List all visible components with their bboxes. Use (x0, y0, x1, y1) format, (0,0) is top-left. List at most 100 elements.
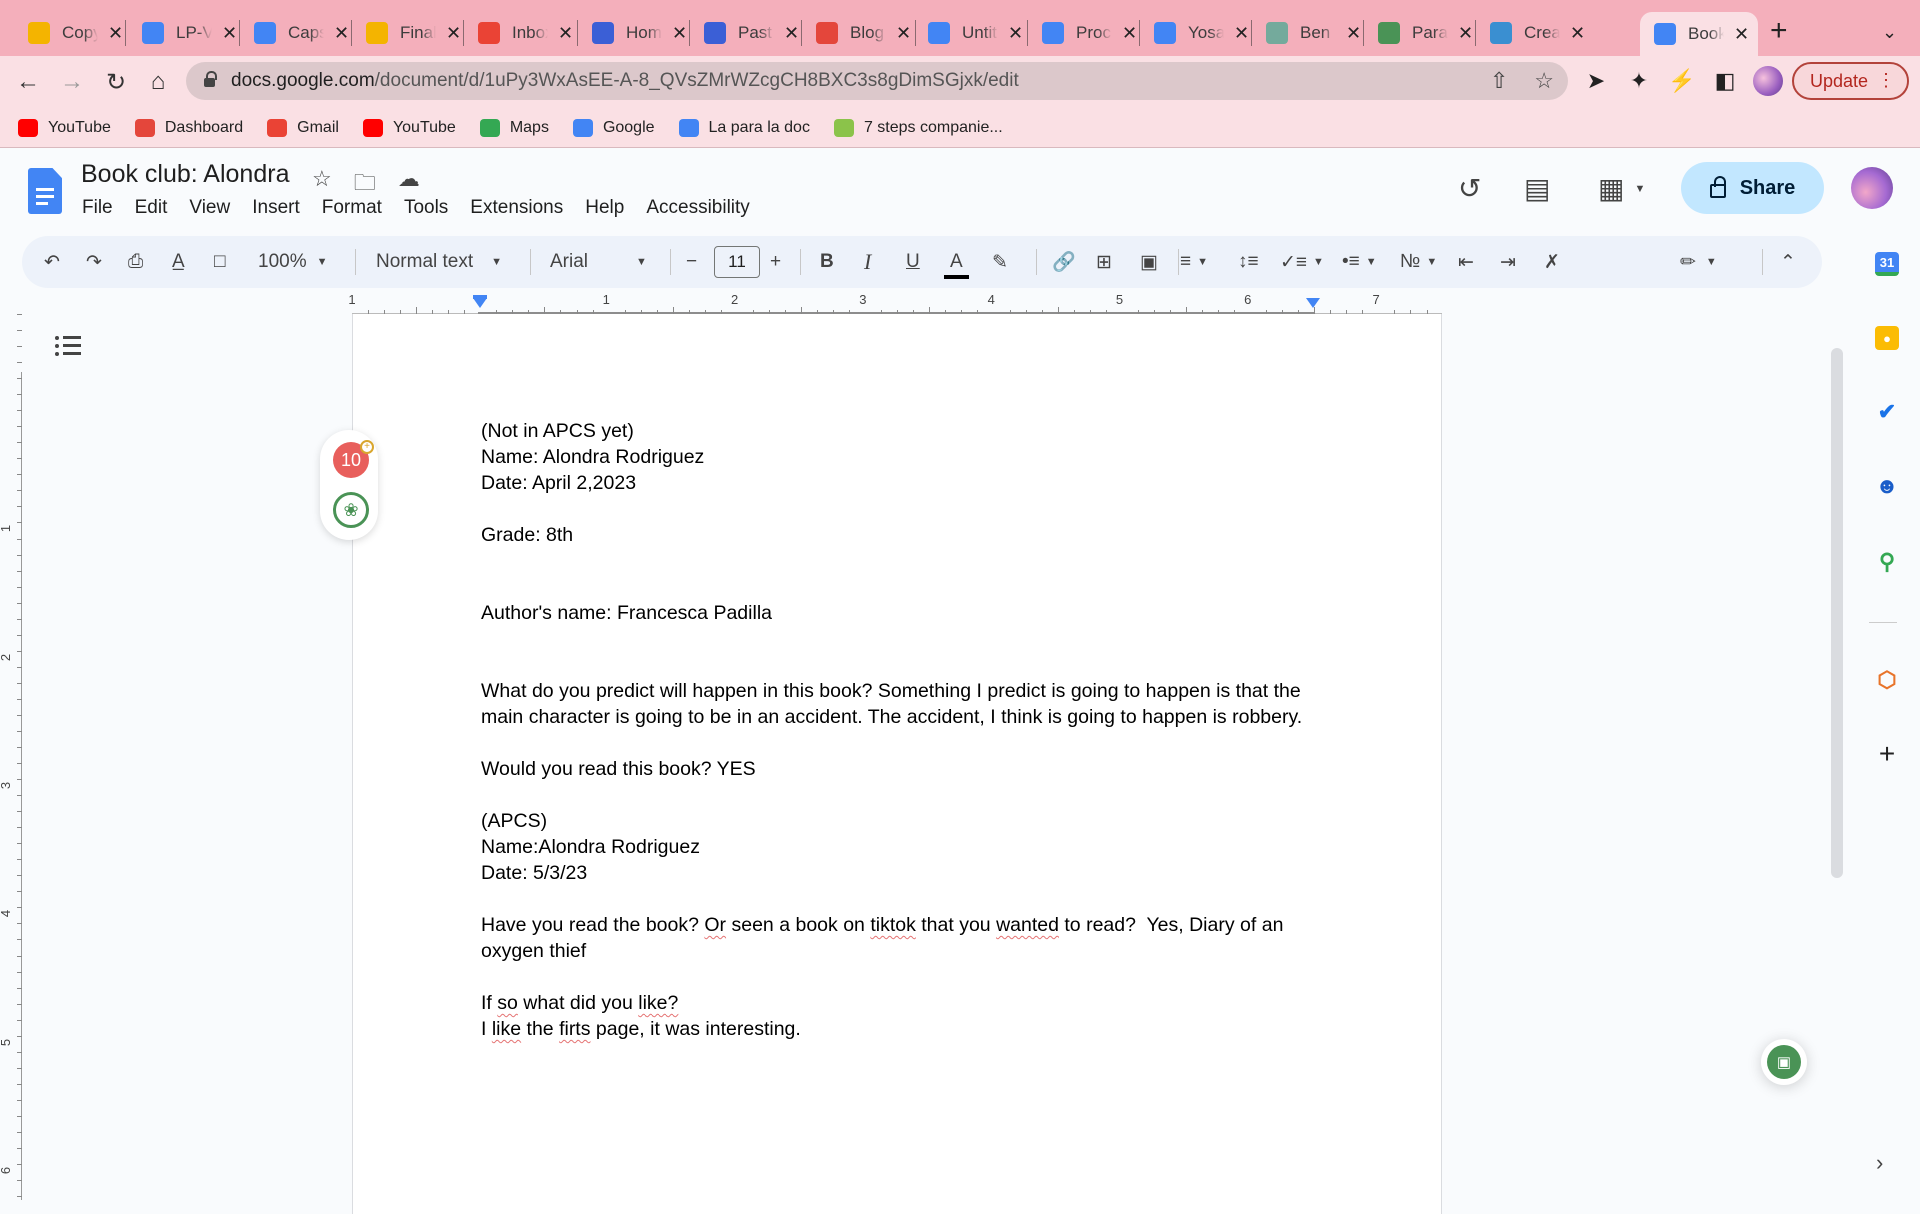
highlight-pen-icon[interactable]: ✎ (992, 236, 1008, 288)
maps-icon[interactable]: ⚲ (1875, 549, 1899, 574)
spellcheck-icon[interactable]: A̲ (172, 236, 185, 288)
paragraph-style-select[interactable]: Normal text ▼ (376, 236, 502, 288)
quillbot-assistant-button[interactable]: ▣ (1761, 1039, 1807, 1085)
browser-tab[interactable]: Inbox ✕ (464, 12, 578, 54)
bookmark-item[interactable]: Dashboard (134, 118, 243, 137)
menu-tools[interactable]: Tools (404, 197, 448, 219)
tab-search-chevron-icon[interactable]: ⌄ (1882, 22, 1897, 43)
document-paragraph[interactable] (481, 730, 1331, 756)
meet-button[interactable]: ▦ ▼ (1598, 172, 1645, 205)
bookmark-item[interactable]: Gmail (267, 118, 339, 137)
home-button[interactable]: ⌂ (142, 66, 174, 98)
left-indent-handle[interactable] (473, 298, 487, 308)
document-paragraph[interactable]: Grade: 8th (481, 522, 1331, 548)
right-indent-handle[interactable] (1306, 298, 1320, 308)
back-button[interactable]: ← (12, 66, 44, 98)
close-tab-icon[interactable]: ✕ (334, 24, 349, 42)
spelling-suggestion[interactable]: like? (638, 992, 678, 1014)
document-paragraph[interactable]: (Not in APCS yet) (481, 418, 1331, 444)
share-page-icon[interactable]: ⇧ (1490, 68, 1508, 94)
addon-icon[interactable]: ⬡ (1875, 667, 1899, 692)
underline-button[interactable]: U (906, 236, 920, 288)
browser-tab[interactable]: Final ✕ (352, 12, 464, 54)
document-body[interactable]: (Not in APCS yet) Name: Alondra Rodriguez… (481, 418, 1331, 1042)
zoom-select[interactable]: 100% ▼ (258, 236, 328, 288)
numbered-list-select[interactable]: № ▼ (1400, 236, 1437, 288)
insert-link-icon[interactable]: 🔗 (1052, 236, 1076, 288)
browser-tab[interactable]: Ben ✕ (1252, 12, 1364, 54)
add-comment-icon[interactable]: ⊞ (1096, 236, 1112, 288)
document-paragraph[interactable]: What do you predict will happen in this … (481, 678, 1331, 730)
document-paragraph[interactable] (481, 574, 1331, 600)
browser-tab[interactable]: Yosa ✕ (1140, 12, 1252, 54)
comments-icon[interactable]: ▤ (1524, 172, 1550, 205)
close-tab-icon[interactable]: ✕ (446, 24, 461, 42)
spelling-suggestion[interactable]: Or (704, 914, 726, 936)
expand-side-panel-chevron-icon[interactable]: › (1876, 1150, 1883, 1176)
menu-view[interactable]: View (189, 197, 230, 219)
close-tab-icon[interactable]: ✕ (558, 24, 573, 42)
document-paragraph[interactable] (481, 886, 1331, 912)
document-paragraph[interactable]: Date: 5/3/23 (481, 860, 1331, 886)
update-button[interactable]: Update ⋮ (1792, 62, 1909, 100)
font-size-input[interactable]: 11 (714, 246, 760, 278)
document-paragraph[interactable] (481, 548, 1331, 574)
spelling-suggestion[interactable]: firts (559, 1018, 590, 1040)
undo-icon[interactable]: ↶ (44, 236, 60, 288)
contacts-icon[interactable]: ☻ (1875, 473, 1899, 498)
forward-button[interactable]: → (56, 66, 88, 98)
document-paragraph[interactable] (481, 496, 1331, 522)
menu-insert[interactable]: Insert (252, 197, 300, 219)
menu-help[interactable]: Help (585, 197, 624, 219)
document-paragraph[interactable] (481, 964, 1331, 990)
tasks-icon[interactable]: ✔ (1875, 399, 1899, 424)
insert-image-icon[interactable]: ▣ (1140, 236, 1158, 288)
calendar-icon[interactable]: 31 (1875, 252, 1899, 276)
document-paragraph[interactable]: Author's name: Francesca Padilla (481, 600, 1331, 626)
close-tab-icon[interactable]: ✕ (108, 24, 123, 42)
browser-tab[interactable]: Untit ✕ (914, 12, 1028, 54)
close-tab-icon[interactable]: ✕ (784, 24, 799, 42)
menu-accessibility[interactable]: Accessibility (646, 197, 749, 219)
account-avatar[interactable] (1851, 167, 1893, 209)
spelling-suggestion[interactable]: tiktok (870, 914, 916, 936)
keep-icon[interactable]: ● (1875, 326, 1899, 350)
document-paragraph[interactable] (481, 626, 1331, 652)
extensions-puzzle-icon[interactable]: ✦ (1624, 66, 1654, 96)
browser-tab[interactable]: LP-V ✕ (128, 12, 240, 54)
spelling-suggestion[interactable]: so (497, 992, 518, 1014)
bookmark-item[interactable]: La para la doc (678, 118, 810, 137)
bulleted-list-select[interactable]: •≡ ▼ (1342, 236, 1377, 288)
decrease-indent-icon[interactable]: ⇤ (1458, 236, 1474, 288)
browser-tab[interactable]: Para ✕ (1364, 12, 1476, 54)
browser-tab[interactable]: Caps ✕ (240, 12, 352, 54)
close-tab-icon[interactable]: ✕ (1008, 24, 1023, 42)
reload-button[interactable]: ↻ (100, 66, 132, 98)
document-paragraph[interactable]: If so what did you like? (481, 990, 1331, 1016)
bookmark-item[interactable]: YouTube (18, 118, 111, 137)
font-family-select[interactable]: Arial ▼ (550, 236, 647, 288)
bookmark-item[interactable]: 7 steps companie... (833, 118, 1003, 137)
close-tab-icon[interactable]: ✕ (672, 24, 687, 42)
menu-extensions[interactable]: Extensions (470, 197, 563, 219)
align-select[interactable]: ≡ ▼ (1180, 236, 1208, 288)
increase-indent-icon[interactable]: ⇥ (1500, 236, 1516, 288)
menu-edit[interactable]: Edit (135, 197, 168, 219)
document-paragraph[interactable]: (APCS) (481, 808, 1331, 834)
get-addons-plus-icon[interactable]: + (1875, 738, 1899, 769)
document-paragraph[interactable] (481, 782, 1331, 808)
browser-tab[interactable]: Book ✕ (1640, 12, 1758, 56)
decrease-font-size-icon[interactable]: − (686, 236, 697, 288)
editing-mode-select[interactable]: ✏ ▼ (1680, 236, 1717, 288)
document-title[interactable]: Book club: Alondra (81, 160, 289, 189)
document-paragraph[interactable] (481, 652, 1331, 678)
close-tab-icon[interactable]: ✕ (1346, 24, 1361, 42)
browser-tab[interactable]: Proc ✕ (1028, 12, 1140, 54)
browser-tab[interactable]: Past ✕ (690, 12, 802, 54)
line-spacing-icon[interactable]: ↕≡ (1238, 236, 1259, 288)
cursor-extension-icon[interactable]: ➤ (1581, 66, 1611, 96)
close-tab-icon[interactable]: ✕ (1458, 24, 1473, 42)
address-bar[interactable]: docs.google.com/document/d/1uPy3WxAsEE-A… (186, 62, 1568, 100)
close-tab-icon[interactable]: ✕ (896, 24, 911, 42)
spelling-suggestion[interactable]: like (492, 1018, 521, 1040)
